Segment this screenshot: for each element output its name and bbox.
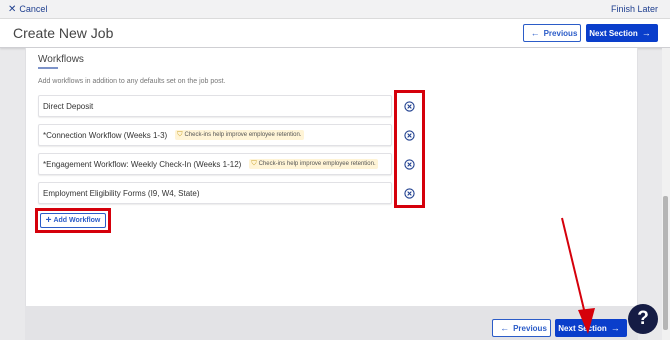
workflow-name: *Engagement Workflow: Weekly Check-In (W… <box>43 159 242 169</box>
section-title-underline <box>38 67 58 69</box>
footer-bar: ← Previous Next Section → <box>25 306 638 340</box>
workflows-card: Workflows Add workflows in addition to a… <box>25 48 638 306</box>
workflow-name: Employment Eligibility Forms (I9, W4, St… <box>43 188 200 198</box>
hint-text: Check-ins help improve employee retentio… <box>258 161 376 167</box>
arrow-right-icon: → <box>641 28 651 38</box>
next-label: Next Section <box>589 28 638 38</box>
arrow-left-icon: ← <box>530 28 540 38</box>
retention-hint: ⛉ Check-ins help improve employee retenti… <box>175 130 304 140</box>
section-title: Workflows <box>38 54 84 65</box>
add-workflow-button[interactable]: + Add Workflow <box>40 213 106 228</box>
workflow-name: Direct Deposit <box>43 101 94 111</box>
arrow-right-icon: → <box>610 323 620 333</box>
finish-later-link[interactable]: Finish Later <box>611 4 658 14</box>
page-header: Create New Job ← Previous Next Section → <box>0 19 670 48</box>
footer-previous-button[interactable]: ← Previous <box>492 319 551 337</box>
workflow-row: Employment Eligibility Forms (I9, W4, St… <box>38 182 392 204</box>
top-bar: ✕ Cancel Finish Later <box>0 0 670 19</box>
annotation-highlight-box <box>394 90 425 208</box>
next-section-button[interactable]: Next Section → <box>586 24 658 42</box>
add-workflow-label: Add Workflow <box>53 217 101 224</box>
footer-next-section-button[interactable]: Next Section → <box>555 319 627 337</box>
hint-text: Check-ins help improve employee retentio… <box>184 132 302 138</box>
scrollbar[interactable] <box>662 48 670 340</box>
next-label: Next Section <box>558 323 607 333</box>
badge-icon: ⛉ <box>251 160 257 167</box>
previous-button[interactable]: ← Previous <box>523 24 581 42</box>
section-description: Add workflows in addition to any default… <box>38 78 226 85</box>
workflow-row: *Engagement Workflow: Weekly Check-In (W… <box>38 153 392 175</box>
plus-icon: + <box>45 215 52 226</box>
previous-label: Previous <box>513 323 547 333</box>
page-title: Create New Job <box>13 25 114 41</box>
workflow-row: *Connection Workflow (Weeks 1-3) ⛉ Check-… <box>38 124 392 146</box>
workflow-name: *Connection Workflow (Weeks 1-3) <box>43 130 168 140</box>
previous-label: Previous <box>543 28 578 38</box>
badge-icon: ⛉ <box>177 131 183 138</box>
help-button[interactable]: ? <box>628 304 658 334</box>
cancel-label: Cancel <box>19 4 48 14</box>
arrow-left-icon: ← <box>500 323 510 333</box>
cancel-link[interactable]: ✕ Cancel <box>8 4 47 15</box>
retention-hint: ⛉ Check-ins help improve employee retenti… <box>249 159 378 169</box>
scrollbar-thumb[interactable] <box>663 196 668 330</box>
close-icon: ✕ <box>8 4 17 15</box>
workflow-row: Direct Deposit <box>38 95 392 117</box>
